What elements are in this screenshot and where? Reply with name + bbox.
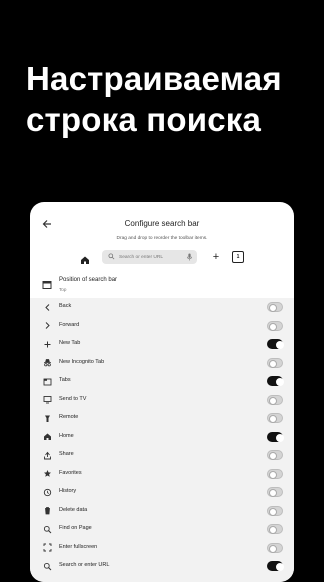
share-icon: [44, 451, 51, 459]
toolbar-item-row[interactable]: Tabs: [30, 372, 294, 391]
toolbar-item-label: Forward: [59, 321, 80, 328]
toolbar-item-toggle[interactable]: [267, 394, 283, 405]
toggle-knob: [276, 433, 284, 442]
toolbar-item-label: Enter fullscreen: [59, 543, 98, 550]
search-bar-position-setting[interactable]: Position of search bar Top: [30, 272, 294, 298]
toolbar-item-row[interactable]: Find on Page: [30, 520, 294, 539]
search-icon: [43, 562, 52, 570]
headline-line-2: строка поиска: [26, 101, 262, 138]
search-icon: [108, 253, 115, 260]
toolbar-item-row[interactable]: Home: [30, 428, 294, 447]
toolbar-item-row[interactable]: New Tab: [30, 335, 294, 354]
toggle-knob: [276, 341, 284, 349]
toolbar-item-label: Share: [59, 451, 74, 457]
toggle-knob: [269, 452, 277, 460]
toggle-knob: [269, 470, 277, 479]
toggle-knob: [269, 507, 277, 516]
toolbar-item-label: New Tab: [59, 340, 81, 346]
settings-screen: Configure search bar Drag and drop to re…: [30, 202, 294, 582]
toolbar-item-row[interactable]: Enter fullscreen: [30, 539, 294, 558]
preview-search-bar[interactable]: Search or enter URL: [102, 250, 197, 264]
toolbar-item-row[interactable]: Share: [30, 446, 294, 465]
toggle-knob: [269, 489, 277, 497]
page-subtitle: Drag and drop to reorder the toolbar ite…: [116, 236, 208, 241]
toolbar-item-label: Favorites: [59, 469, 82, 476]
toolbar-item-label: Search or enter URL: [59, 562, 110, 568]
toolbar-items-list: Back Forward New Tab New Incognito Tab Tabs S…: [30, 298, 294, 582]
toolbar-item-toggle[interactable]: [267, 302, 283, 312]
toolbar-item-row[interactable]: Send to TV: [30, 391, 294, 410]
toolbar-item-toggle[interactable]: [267, 357, 283, 368]
toolbar-item-toggle[interactable]: [267, 376, 284, 386]
toolbar-item-row[interactable]: Search or enter URL: [30, 557, 294, 576]
toolbar-item-toggle[interactable]: [267, 561, 284, 571]
toolbar-item-row[interactable]: Remote: [30, 409, 294, 428]
plus-icon: [44, 341, 51, 347]
toolbar-item-label: New Incognito Tab: [59, 358, 105, 365]
home-icon[interactable]: [80, 252, 92, 264]
toolbar-item-label: Tabs: [59, 377, 71, 383]
toggle-knob: [269, 304, 277, 312]
chevron-right-icon: [45, 322, 50, 329]
toolbar-item-row[interactable]: History: [30, 483, 294, 502]
preview-search-placeholder: Search or enter URL: [119, 254, 163, 260]
chevron-left-icon: [45, 303, 50, 311]
toolbar-item-row[interactable]: Forward: [30, 317, 294, 336]
position-value: Top: [59, 287, 67, 292]
tabs-icon: [43, 378, 52, 385]
toolbar-item-label: Send to TV: [59, 395, 87, 402]
toolbar-item-label: Remote: [59, 414, 79, 420]
toggle-knob: [269, 359, 277, 368]
toolbar-item-row[interactable]: New Incognito Tab: [30, 354, 294, 373]
toolbar-item-label: Home: [59, 432, 74, 439]
toolbar-item-row[interactable]: Back: [30, 298, 294, 317]
toolbar-item-toggle[interactable]: [267, 542, 283, 553]
toolbar-item-label: Back: [59, 303, 72, 309]
toolbar-preview: Search or enter URL + 1: [30, 246, 294, 272]
position-icon: [42, 281, 52, 289]
home-icon: [44, 433, 51, 440]
history-icon: [43, 488, 52, 496]
find-icon: [43, 525, 52, 533]
toolbar-item-toggle[interactable]: [267, 320, 283, 331]
position-label: Position of search bar: [59, 277, 118, 283]
toolbar-item-label: Find on Page: [59, 525, 92, 531]
toggle-knob: [276, 378, 284, 386]
toggle-knob: [269, 544, 277, 553]
toggle-knob: [276, 563, 284, 571]
trash-icon: [45, 507, 50, 515]
toolbar-item-toggle[interactable]: [267, 468, 283, 479]
plus-icon[interactable]: +: [210, 251, 222, 263]
toolbar-item-label: Delete data: [59, 506, 88, 513]
toolbar-item-toggle[interactable]: [267, 524, 283, 534]
toolbar-item-toggle[interactable]: [267, 450, 283, 460]
incognito-icon: [44, 359, 51, 367]
toolbar-item-toggle[interactable]: [267, 413, 283, 423]
cast-icon: [43, 396, 52, 404]
fullscreen-icon: [43, 543, 52, 552]
toolbar-item-row[interactable]: Delete data: [30, 502, 294, 521]
toggle-knob: [269, 322, 277, 331]
star-icon: [44, 470, 51, 477]
toolbar-item-toggle[interactable]: [267, 487, 283, 497]
toolbar-item-label: History: [59, 488, 77, 494]
toolbar-item-row[interactable]: Favorites: [30, 465, 294, 484]
toggle-knob: [269, 396, 277, 405]
promo-headline: Настраиваемая строка поиска: [26, 58, 316, 140]
toolbar-item-toggle[interactable]: [267, 431, 284, 442]
app-bar: Configure search bar Drag and drop to re…: [30, 202, 294, 246]
toolbar-item-toggle[interactable]: [267, 339, 284, 349]
remote-icon: [45, 415, 50, 422]
toolbar-item-toggle[interactable]: [267, 505, 283, 516]
headline-line-1: Настраиваемая: [26, 60, 282, 97]
toggle-knob: [269, 526, 277, 534]
microphone-icon[interactable]: [186, 253, 193, 261]
tab-count-icon[interactable]: 1: [232, 251, 244, 263]
page-title: Configure search bar: [124, 219, 200, 228]
toggle-knob: [269, 415, 277, 423]
